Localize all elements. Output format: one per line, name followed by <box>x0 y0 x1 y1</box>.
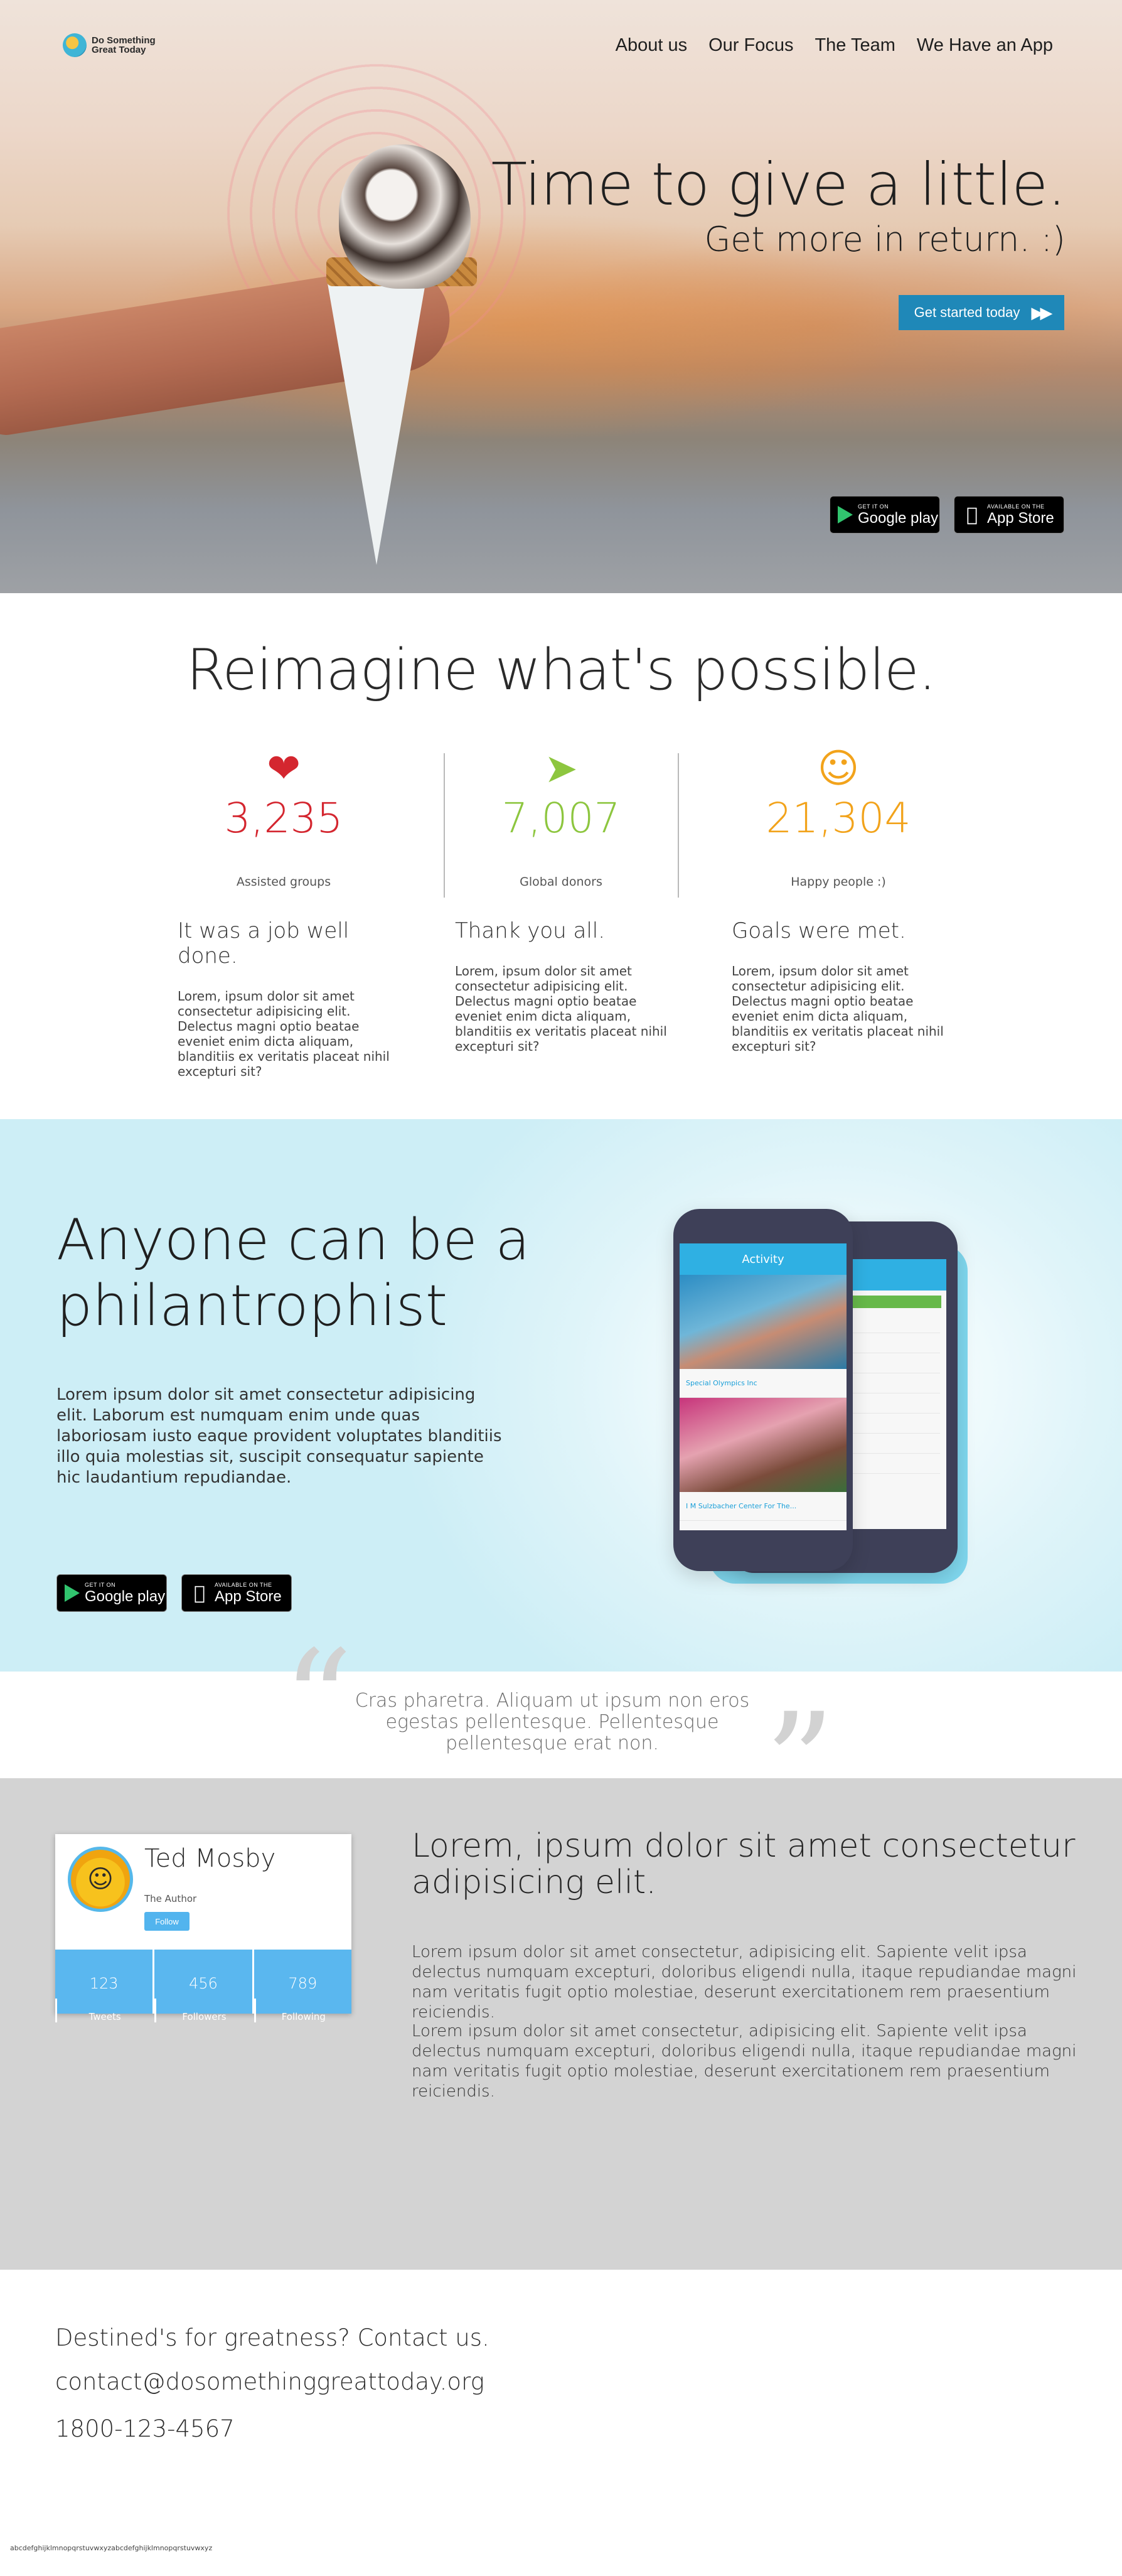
followers-count: 456 <box>189 1975 218 1992</box>
stat-number: 3,235 <box>224 794 343 842</box>
column-text: Lorem, ipsum dolor sit amet consectetur … <box>178 989 390 1079</box>
activity-row-label: Special Olympics Inc <box>686 1379 757 1387</box>
logo-text-line2: Great Today <box>92 45 146 55</box>
philanthropist-heading-line1: Anyone can be a <box>56 1207 530 1273</box>
hero-subtitle: Get more in return. :) <box>704 220 1066 259</box>
google-play-badge[interactable]: GET IT ON Google play <box>830 496 940 534</box>
author-name: Ted Mosby <box>144 1844 276 1873</box>
stat-global-donors: ➤ 7,007 Global donors <box>454 747 668 889</box>
testimonial-quote: Cras pharetra. Aliquam ut ipsum non eros… <box>355 1690 750 1754</box>
activity-row: Special Olympics Inc <box>680 1369 847 1398</box>
stat-number: 21,304 <box>766 794 911 842</box>
apple-icon:  <box>962 504 982 526</box>
main-nav: About us Our Focus The Team We Have an A… <box>616 35 1053 56</box>
tweets-stat[interactable]: 123 Tweets <box>55 1950 152 2022</box>
author-card: ☺ Ted Mosby The Author Follow 123 Tweets… <box>55 1834 351 2022</box>
person-icon: ☺ <box>817 746 860 792</box>
stat-divider <box>678 753 679 898</box>
front-phone-title: Activity <box>680 1243 847 1275</box>
ice-cream-cone-image <box>326 276 427 565</box>
paper-plane-icon: ➤ <box>544 746 578 792</box>
stat-label: Global donors <box>520 875 602 889</box>
app-store-small: AVAILABLE ON THE <box>215 1581 272 1588</box>
reimagine-heading: Reimagine what's possible. <box>186 637 936 703</box>
column-goals-met: Goals were met. Lorem, ipsum dolor sit a… <box>732 918 945 1054</box>
author-paragraph-2: Lorem ipsum dolor sit amet consectetur, … <box>412 2022 1077 2101</box>
stat-label: Assisted groups <box>236 875 331 889</box>
followers-stat[interactable]: 456 Followers <box>152 1950 252 2022</box>
app-store-big: App Store <box>215 1587 282 1605</box>
following-stat[interactable]: 789 Following <box>252 1950 351 2022</box>
column-job-well-done: It was a job well done. Lorem, ipsum dol… <box>178 918 391 1079</box>
google-play-icon <box>838 506 853 523</box>
volunteer-photo <box>680 1398 847 1492</box>
author-paragraph-1: Lorem ipsum dolor sit amet consectetur, … <box>412 1943 1077 2022</box>
stat-label: Happy people :) <box>791 875 886 889</box>
tweets-count: 123 <box>89 1975 119 1992</box>
google-play-badge[interactable]: GET IT ON Google play <box>56 1574 167 1612</box>
google-play-icon <box>65 1584 80 1602</box>
app-store-big: App Store <box>987 509 1054 527</box>
philanthropist-heading: Anyone can be a philantrophist <box>56 1207 530 1339</box>
front-phone-image: Activity Special Olympics Inc I M Sulzba… <box>673 1209 853 1571</box>
get-started-button[interactable]: Get started today ▶▶ <box>899 295 1064 330</box>
hero-title: Time to give a little. <box>491 151 1066 219</box>
nav-we-have-an-app[interactable]: We Have an App <box>917 35 1053 56</box>
stat-divider <box>444 753 445 898</box>
app-store-badge[interactable]:  AVAILABLE ON THE App Store <box>954 496 1064 534</box>
heart-icon: ❤ <box>267 746 301 792</box>
swimmer-photo <box>680 1275 847 1369</box>
nav-the-team[interactable]: The Team <box>815 35 895 56</box>
column-title: Thank you all. <box>455 918 606 943</box>
logo-text-line1: Do Something <box>92 35 156 46</box>
stat-happy-people: ☺ 21,304 Happy people :) <box>732 747 945 889</box>
avatar: ☺ <box>68 1847 133 1912</box>
nav-about-us[interactable]: About us <box>616 35 687 56</box>
apple-icon:  <box>190 1582 210 1604</box>
nav-our-focus[interactable]: Our Focus <box>708 35 793 56</box>
stat-assisted-groups: ❤ 3,235 Assisted groups <box>177 747 390 889</box>
activity-row: I M Sulzbacher Center For The... <box>680 1492 847 1521</box>
column-text: Lorem, ipsum dolor sit amet consectetur … <box>732 963 944 1054</box>
contact-email-link[interactable]: contact@dosomethinggreattoday.org <box>55 2368 484 2395</box>
philanthropist-section: Anyone can be a philantrophist Lorem ips… <box>0 1119 1122 1672</box>
app-store-badge[interactable]:  AVAILABLE ON THE App Store <box>181 1574 292 1612</box>
column-thank-you: Thank you all. Lorem, ipsum dolor sit am… <box>455 918 668 1054</box>
stat-number: 7,007 <box>501 794 621 842</box>
site-logo[interactable]: Do Something Great Today <box>63 33 156 57</box>
google-play-small: GET IT ON <box>85 1581 116 1588</box>
front-phone-screen: Activity Special Olympics Inc I M Sulzba… <box>680 1243 847 1530</box>
column-text: Lorem, ipsum dolor sit amet consectetur … <box>455 963 667 1054</box>
philanthropist-heading-line2: philantrophist <box>56 1273 448 1339</box>
fast-forward-icon: ▶▶ <box>1031 303 1052 322</box>
hero-section: Do Something Great Today About us Our Fo… <box>0 0 1122 593</box>
following-count: 789 <box>288 1975 318 1992</box>
follow-button[interactable]: Follow <box>144 1912 190 1931</box>
following-label: Following <box>254 1999 351 2022</box>
activity-row-label: I M Sulzbacher Center For The... <box>686 1502 797 1510</box>
google-play-big: Google play <box>85 1587 166 1605</box>
author-stats: 123 Tweets 456 Followers 789 Following <box>55 1950 351 2022</box>
author-role: The Author <box>144 1893 197 1904</box>
logo-mark-icon <box>63 33 87 57</box>
google-play-big: Google play <box>858 509 939 527</box>
contact-heading: Destined's for greatness? Contact us. <box>55 2324 489 2351</box>
philanthropist-text: Lorem ipsum dolor sit amet consectetur a… <box>56 1385 502 1487</box>
column-title: It was a job well done. <box>178 918 350 969</box>
contact-phone: 1800-123-4567 <box>55 2415 235 2442</box>
app-store-small: AVAILABLE ON THE <box>987 503 1045 510</box>
get-started-label: Get started today <box>914 304 1020 320</box>
google-play-small: GET IT ON <box>858 503 889 510</box>
author-heading: Lorem, ipsum dolor sit amet consectetur … <box>412 1827 1076 1901</box>
column-title: Goals were met. <box>732 918 906 943</box>
footer-alphabet: abcdefghijklmnopqrstuvwxyzabcdefghijklmn… <box>10 2544 213 2552</box>
tweets-label: Tweets <box>55 1999 152 2022</box>
followers-label: Followers <box>154 1999 252 2022</box>
